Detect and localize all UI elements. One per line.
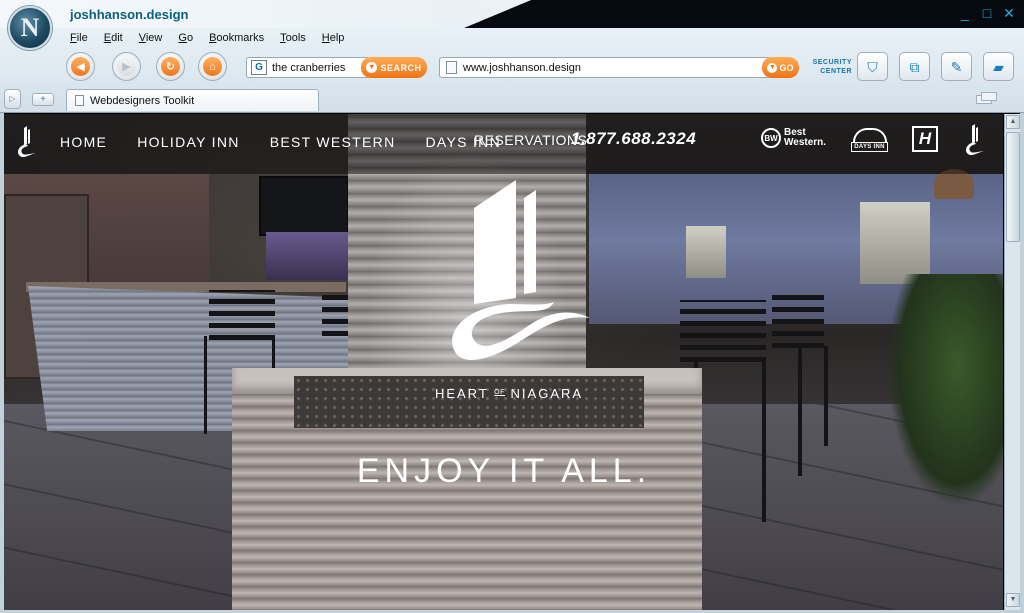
- edit-button[interactable]: ✎: [941, 52, 972, 81]
- browser-chrome: N joshhanson.design _ □ ✕ File Edit View…: [0, 0, 1024, 113]
- menu-file[interactable]: File: [70, 32, 88, 44]
- heart-of-niagara-logo-icon[interactable]: [14, 126, 38, 160]
- tab-label: Webdesigners Toolkit: [90, 94, 195, 107]
- scrollbar-thumb[interactable]: [1006, 132, 1020, 242]
- nav-best-western[interactable]: BEST WESTERN: [270, 134, 396, 150]
- edit-pen-icon: ✎: [950, 58, 963, 75]
- best-western-logo[interactable]: BW Best Western.: [761, 128, 826, 148]
- hero-tagline: ENJOY IT ALL.: [356, 452, 652, 490]
- home-button[interactable]: ⌂: [198, 52, 227, 81]
- days-inn-logo[interactable]: DAYS INN: [851, 128, 888, 152]
- bar-stool-leg: [824, 346, 828, 446]
- page-icon: [75, 95, 84, 106]
- vertical-scrollbar[interactable]: ▲ ▼: [1004, 114, 1020, 610]
- heart-of-niagara-hero-logo-icon: [452, 180, 590, 361]
- window-switch-icon: ⧉: [909, 58, 920, 75]
- window-switch-button[interactable]: ⧉: [899, 52, 930, 81]
- forward-arrow-icon: ▶: [117, 57, 136, 76]
- menu-tools[interactable]: Tools: [280, 32, 306, 44]
- best-western-badge: BW: [761, 128, 781, 148]
- back-arrow-icon: ◀: [71, 57, 90, 76]
- bar-stool-leg: [204, 336, 207, 434]
- lamp-post: [686, 226, 726, 278]
- menu-bar: File Edit View Go Bookmarks Tools Help: [70, 32, 344, 44]
- menu-bookmarks[interactable]: Bookmarks: [209, 32, 264, 44]
- tab-list-icon[interactable]: [976, 92, 1006, 106]
- search-value: the cranberries: [272, 61, 346, 74]
- lamp-post: [860, 202, 930, 284]
- reload-icon: ↻: [161, 57, 180, 76]
- bar-shelf: [266, 232, 358, 280]
- security-center-button[interactable]: ⛉: [857, 52, 888, 81]
- go-button[interactable]: ▼ GO: [762, 57, 799, 78]
- site-nav: HOME HOLIDAY INN BEST WESTERN DAYS INN: [60, 134, 531, 150]
- scroll-down-icon[interactable]: ▼: [1006, 593, 1020, 607]
- url-input[interactable]: www.joshhanson.design: [439, 57, 771, 78]
- menu-edit[interactable]: Edit: [104, 32, 123, 44]
- maximize-icon[interactable]: □: [980, 6, 994, 20]
- sun-arc-icon: [852, 128, 887, 142]
- bar-stool-leg: [762, 358, 766, 522]
- window-frame: [0, 113, 4, 613]
- window-title: joshhanson.design: [70, 7, 189, 22]
- dropdown-icon[interactable]: ▼: [767, 62, 778, 73]
- security-center-label: SECURITY CENTER: [812, 59, 852, 75]
- nav-home[interactable]: HOME: [60, 134, 107, 150]
- plant: [889, 274, 1003, 504]
- web-page: HOME HOLIDAY INN BEST WESTERN DAYS INN R…: [4, 114, 1003, 610]
- eraser-button[interactable]: ▰: [983, 52, 1014, 81]
- days-inn-wordmark: DAYS INN: [851, 142, 888, 152]
- tv-screen: [259, 176, 349, 236]
- forward-button[interactable]: ▶: [112, 52, 141, 81]
- tab-webdesigners-toolkit[interactable]: Webdesigners Toolkit: [66, 89, 319, 111]
- holiday-inn-logo[interactable]: H: [912, 126, 938, 152]
- menu-view[interactable]: View: [139, 32, 163, 44]
- dropdown-icon[interactable]: ▼: [366, 62, 378, 73]
- minimize-icon[interactable]: _: [958, 6, 972, 20]
- new-tab-button[interactable]: +: [32, 93, 54, 106]
- scroll-up-icon[interactable]: ▲: [1006, 115, 1020, 129]
- titlebar-dark-band: [464, 0, 1024, 28]
- shield-check-icon: ⛉: [867, 58, 878, 75]
- menu-help[interactable]: Help: [322, 32, 345, 44]
- hero-brand-name: HEART OF NIAGARA: [434, 386, 584, 401]
- bar-stool: [209, 290, 275, 340]
- heart-of-niagara-small-logo-icon[interactable]: [962, 124, 986, 158]
- back-button[interactable]: ◀: [66, 52, 95, 81]
- window-controls: _ □ ✕: [958, 6, 1016, 20]
- search-engine-icon[interactable]: G: [251, 60, 267, 75]
- bar-stool-leg: [798, 346, 802, 476]
- browser-logo: N: [8, 6, 52, 50]
- url-value: www.joshhanson.design: [463, 61, 582, 74]
- page-icon: [446, 61, 457, 74]
- search-input[interactable]: G the cranberries: [246, 57, 370, 78]
- reload-button[interactable]: ↻: [156, 52, 185, 81]
- bar-stool: [680, 300, 766, 362]
- search-button[interactable]: ▼ SEARCH: [361, 57, 427, 78]
- planter-pebbles: [294, 376, 644, 428]
- window-frame: [1020, 113, 1024, 613]
- sidebar-toggle-icon[interactable]: ▷: [4, 89, 21, 109]
- home-icon: ⌂: [203, 57, 222, 76]
- best-western-wordmark: Best Western.: [784, 127, 827, 148]
- reservations-phone[interactable]: 1.877.688.2324: [571, 129, 696, 149]
- bar-stool: [772, 294, 824, 348]
- nav-holiday-inn[interactable]: HOLIDAY INN: [137, 134, 239, 150]
- tab-strip: ▷ + Webdesigners Toolkit: [0, 87, 1024, 113]
- close-icon[interactable]: ✕: [1002, 6, 1016, 20]
- eraser-icon: ▰: [993, 58, 1004, 75]
- menu-go[interactable]: Go: [178, 32, 193, 44]
